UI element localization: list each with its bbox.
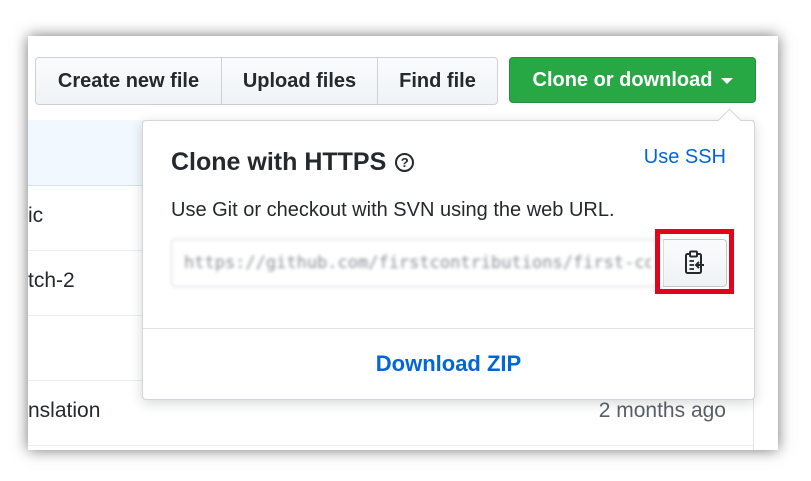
create-new-file-button[interactable]: Create new file	[36, 58, 222, 104]
popover-divider	[143, 328, 754, 329]
caret-down-icon	[720, 78, 733, 84]
clone-or-download-button[interactable]: Clone or download	[509, 57, 756, 103]
clone-or-download-label: Clone or download	[532, 68, 713, 91]
popover-title: Clone with HTTPS	[171, 148, 387, 176]
find-file-button[interactable]: Find file	[378, 58, 497, 104]
use-ssh-link[interactable]: Use SSH	[644, 146, 726, 169]
popover-arrow	[717, 108, 742, 133]
file-name[interactable]: nslation	[28, 399, 100, 423]
clone-url-group	[171, 239, 727, 287]
screenshot-card: ic tch-2 nslation 2 months ago Create ne…	[28, 36, 778, 450]
question-circle-icon[interactable]: ?	[395, 153, 415, 172]
file-age: 2 months ago	[598, 399, 726, 422]
clone-description: Use Git or checkout with SVN using the w…	[171, 199, 615, 221]
popover-title-row: Clone with HTTPS ?	[171, 148, 415, 177]
highlight-box	[655, 229, 734, 294]
clone-url-input[interactable]	[171, 239, 663, 287]
upload-files-button[interactable]: Upload files	[222, 58, 378, 104]
download-zip-link[interactable]: Download ZIP	[143, 351, 754, 377]
file-name[interactable]: tch-2	[28, 269, 75, 293]
file-name[interactable]: ic	[28, 204, 43, 228]
file-actions-group: Create new file Upload files Find file	[35, 57, 498, 105]
